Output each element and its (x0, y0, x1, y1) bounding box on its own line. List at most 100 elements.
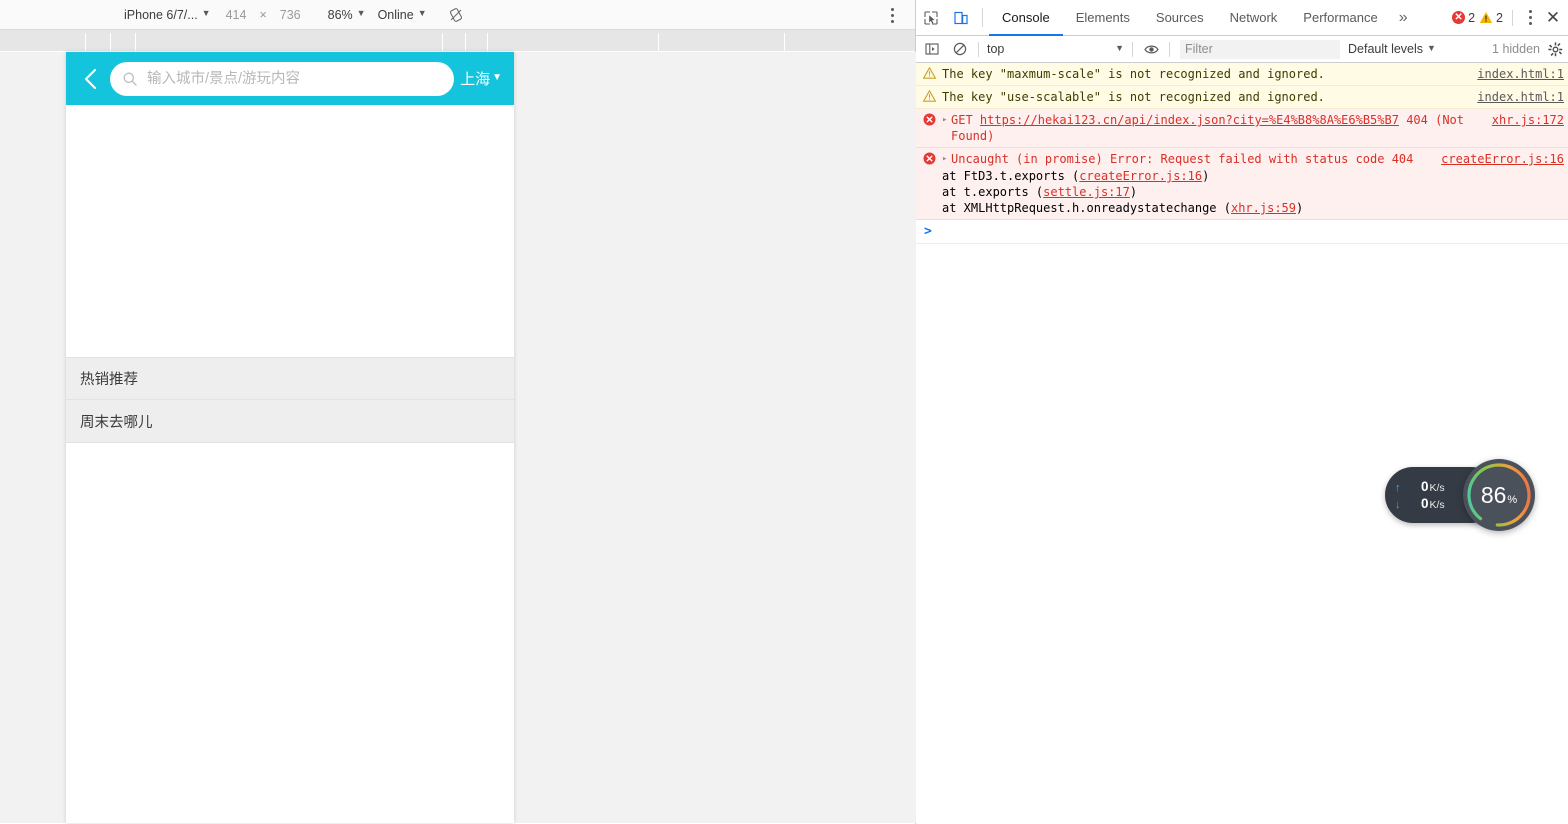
inspect-cursor-icon[interactable] (916, 0, 946, 35)
console-message-source[interactable]: xhr.js:172 (1486, 112, 1564, 144)
viewport-height-value: 736 (279, 7, 301, 22)
search-icon (122, 71, 138, 87)
warning-count: 2 (1496, 10, 1503, 25)
source-link[interactable]: index.html:1 (1477, 90, 1564, 104)
source-link[interactable]: xhr.js:172 (1492, 113, 1564, 127)
viewport-height-field[interactable]: 736 (269, 0, 312, 30)
execution-context-label: top (987, 42, 1005, 56)
device-selector[interactable]: iPhone 6/7/... ▼ (120, 0, 215, 30)
source-link[interactable]: index.html:1 (1477, 67, 1564, 81)
devtools-menu-button[interactable] (1522, 0, 1538, 36)
console-message-source[interactable]: index.html:1 (1471, 89, 1564, 105)
gauge-value-label: 86 % (1481, 482, 1517, 509)
device-viewport-area: 上海 ▼ 热销推荐 周末去哪儿 (0, 52, 916, 823)
hidden-messages-count: 1 hidden (1492, 42, 1540, 56)
expand-arrow-icon[interactable]: ▸ (942, 151, 951, 168)
tab-label: Sources (1155, 10, 1204, 25)
ruler-tick (465, 33, 466, 51)
tab-elements[interactable]: Elements (1063, 0, 1143, 35)
search-input[interactable] (145, 69, 443, 88)
more-tabs-icon[interactable]: » (1391, 0, 1416, 35)
console-message-error[interactable]: ▸ GET https://hekai123.cn/api/index.json… (916, 109, 1568, 148)
clear-console-icon[interactable] (946, 36, 974, 63)
expand-arrow-icon[interactable]: ▸ (942, 112, 951, 144)
device-name-label: iPhone 6/7/... (124, 7, 198, 22)
warning-badge[interactable]: 2 (1479, 11, 1503, 25)
stack-frame-link[interactable]: xhr.js:59 (1231, 201, 1296, 215)
device-toolbar-icon[interactable] (946, 0, 976, 35)
execution-context-selector[interactable]: top ▼ (983, 39, 1128, 59)
kebab-dot (1528, 22, 1532, 25)
console-message-error[interactable]: ▸ Uncaught (in promise) Error: Request f… (916, 148, 1568, 220)
stack-frame-suffix: ) (1296, 201, 1304, 215)
chevron-down-icon: ▼ (492, 71, 502, 83)
list-item[interactable]: 周末去哪儿 (66, 400, 514, 443)
error-badge[interactable]: ✕ 2 (1452, 11, 1475, 25)
console-message-list[interactable]: The key "maxmum-scale" is not recognized… (916, 63, 1568, 824)
viewport-width-value: 414 (225, 7, 247, 22)
prompt-chevron-icon: > (924, 224, 932, 239)
download-speed-value: 0 (1421, 496, 1429, 511)
chevron-down-icon: ▼ (417, 8, 427, 18)
network-monitor-widget[interactable]: ↑ 0 K/s ↓ 0 K/s 86 % (1385, 459, 1535, 531)
zoom-selector[interactable]: 86% ▼ (312, 0, 370, 30)
source-link[interactable]: createError.js:16 (1441, 152, 1564, 166)
chevron-down-icon: ▼ (356, 8, 366, 18)
stack-frame-prefix: at XMLHttpRequest.h.onreadystatechange ( (942, 201, 1231, 215)
search-box[interactable] (110, 61, 455, 96)
app-content-lower-blank (66, 443, 514, 803)
app-root: iPhone 6/7/... ▼ 414 × 736 86% ▼ Online … (0, 0, 1568, 824)
city-label: 上海 (460, 71, 491, 88)
console-message-source[interactable]: index.html:1 (1471, 66, 1564, 82)
list-item[interactable]: 热销推荐 (66, 357, 514, 400)
cpu-usage-gauge[interactable]: 86 % (1463, 459, 1535, 531)
error-circle-icon (916, 151, 942, 168)
device-toolbar: iPhone 6/7/... ▼ 414 × 736 86% ▼ Online … (0, 0, 915, 30)
console-prompt[interactable]: > (916, 220, 1568, 244)
error-circle-icon (916, 112, 942, 144)
request-url-link[interactable]: https://hekai123.cn/api/index.json?city=… (980, 113, 1399, 127)
tabbar-divider (982, 8, 983, 27)
stack-frame-prefix: at FtD3.t.exports ( (942, 169, 1080, 183)
close-icon[interactable]: ✕ (1542, 8, 1564, 28)
error-stack-trace: at FtD3.t.exports (createError.js:16) at… (916, 168, 1564, 216)
viewport-ruler (0, 30, 915, 52)
viewport-width-field[interactable]: 414 (215, 0, 258, 30)
kebab-dot (890, 13, 894, 17)
console-sidebar-icon[interactable] (918, 36, 946, 63)
console-message-text: The key "maxmum-scale" is not recognized… (942, 67, 1325, 81)
tab-performance[interactable]: Performance (1290, 0, 1390, 35)
device-toolbar-menu-button[interactable] (883, 0, 901, 30)
city-selector[interactable]: 上海 ▼ (460, 68, 504, 89)
stack-frame: at XMLHttpRequest.h.onreadystatechange (… (942, 200, 1564, 216)
dimension-separator: × (259, 7, 267, 22)
console-message-warning[interactable]: The key "use-scalable" is not recognized… (916, 86, 1568, 109)
tab-sources[interactable]: Sources (1143, 0, 1217, 35)
tab-console[interactable]: Console (989, 0, 1063, 36)
device-emulation-pane: iPhone 6/7/... ▼ 414 × 736 86% ▼ Online … (0, 0, 916, 824)
warning-triangle-icon (1479, 11, 1493, 24)
console-message-text: GET https://hekai123.cn/api/index.json?c… (951, 112, 1486, 144)
rotate-icon[interactable] (447, 6, 465, 24)
ruler-tick (110, 33, 111, 51)
stack-frame-link[interactable]: createError.js:16 (1079, 169, 1202, 183)
console-message-source[interactable]: createError.js:16 (1435, 151, 1564, 168)
stack-frame-link[interactable]: settle.js:17 (1043, 185, 1130, 199)
tab-label: Elements (1075, 10, 1130, 25)
upload-speed-unit: K/s (1429, 482, 1445, 494)
log-level-selector[interactable]: Default levels ▼ (1348, 42, 1436, 56)
warning-triangle-icon (916, 66, 942, 82)
network-throttle-selector[interactable]: Online ▼ (370, 0, 431, 30)
console-message-warning[interactable]: The key "maxmum-scale" is not recognized… (916, 63, 1568, 86)
gauge-unit: % (1507, 493, 1518, 506)
gauge-value: 86 (1480, 481, 1507, 508)
console-filter-input[interactable] (1180, 39, 1340, 59)
stack-frame-prefix: at t.exports ( (942, 185, 1044, 199)
live-expression-icon[interactable] (1137, 36, 1165, 63)
tab-network[interactable]: Network (1217, 0, 1291, 35)
settings-gear-icon[interactable] (1546, 41, 1566, 57)
issue-badges: ✕ 2 2 ✕ (1452, 0, 1568, 35)
console-message-text: The key "use-scalable" is not recognized… (942, 90, 1325, 104)
kebab-dot (890, 19, 894, 23)
back-chevron-icon[interactable] (74, 59, 108, 99)
